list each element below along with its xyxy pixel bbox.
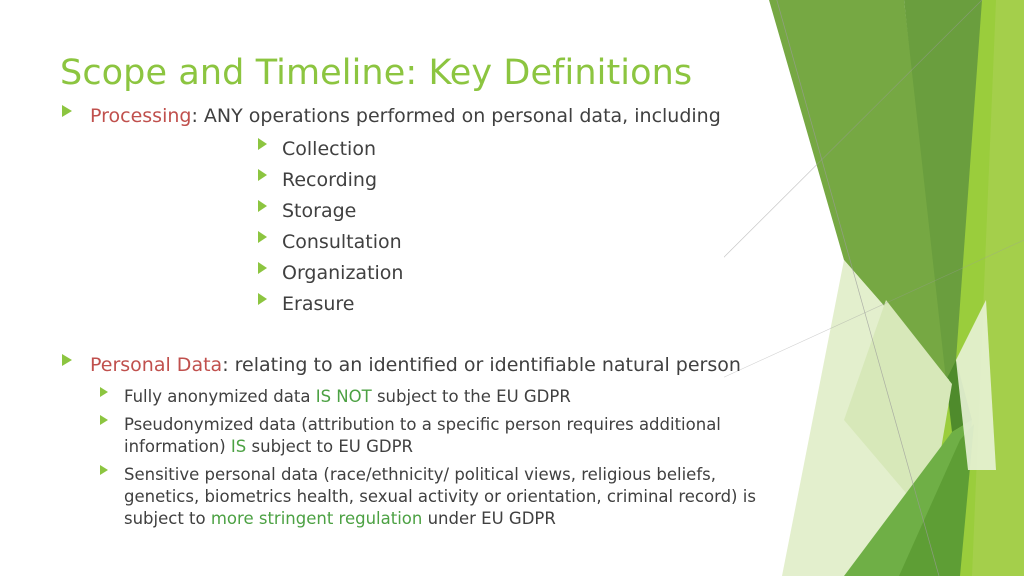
text-part-1: Fully anonymized data [124,387,316,406]
text-part-2: subject to EU GDPR [246,437,414,456]
triangle-bullet-icon [258,169,267,181]
definition-processing: : ANY operations performed on personal d… [191,105,721,127]
list-item: Recording [258,168,790,193]
list-item-label: Sensitive personal data (race/ethnicity/… [124,464,790,530]
list-item: Fully anonymized data IS NOT subject to … [100,386,790,408]
decor-shape-green-wedge-right [904,0,982,380]
decor-hairline-1 [776,0,940,576]
definition-personal-data: : relating to an identified or identifia… [222,354,741,376]
list-item: Pseudonymized data (attribution to a spe… [100,414,790,458]
triangle-bullet-icon [258,231,267,243]
triangle-bullet-icon [258,262,267,274]
list-item: Sensitive personal data (race/ethnicity/… [100,464,790,530]
text-highlight: IS [230,437,247,456]
list-item-label: Organization [282,262,404,284]
triangle-bullet-icon [258,200,267,212]
list-item-label: Recording [282,169,378,191]
decor-shape-dark-sliver [946,360,972,432]
bullet-processing: Processing: ANY operations performed on … [62,104,790,129]
list-item-label: Storage [282,200,357,222]
list-item-label: Fully anonymized data IS NOT subject to … [124,386,571,408]
list-item-label: Consultation [282,231,402,253]
list-item-label: Collection [282,138,376,160]
triangle-bullet-icon [62,105,72,117]
triangle-bullet-icon [62,354,72,366]
text-part-2: under EU GDPR [422,509,556,528]
bullet-personal-data: Personal Data: relating to an identified… [62,353,790,378]
bullet-processing-text: Processing: ANY operations performed on … [90,104,721,129]
triangle-bullet-icon [100,387,108,397]
decor-shape-pale-leaf-2 [844,300,952,520]
list-item: Collection [258,137,790,162]
list-item-label: Erasure [282,293,355,315]
term-personal-data: Personal Data [90,354,223,376]
triangle-bullet-icon [258,293,267,305]
list-item: Storage [258,199,790,224]
text-highlight: IS NOT [315,387,372,406]
decor-shape-lime-base [929,0,1024,576]
decor-shape-lower-leaf [844,420,972,576]
page-title: Scope and Timeline: Key Definitions [60,53,693,93]
slide-body: Processing: ANY operations performed on … [0,104,790,536]
term-processing: Processing [90,105,192,127]
text-part-2: subject to the EU GDPR [371,387,571,406]
list-item: Organization [258,261,790,286]
decor-shape-pale-overlay [956,300,996,470]
triangle-bullet-icon [258,138,267,150]
decor-shape-lower-leaf-dark [899,424,974,576]
text-part-1: Pseudonymized data (attribution to a spe… [124,415,721,456]
decor-shape-green-wedge-left [769,0,949,380]
decor-shape-lime-light [972,0,1024,576]
list-item-label: Pseudonymized data (attribution to a spe… [124,414,790,458]
list-item: Erasure [258,292,790,317]
decor-shape-pale-leaf [782,260,949,576]
bullet-personal-data-text: Personal Data: relating to an identified… [90,353,741,378]
slide: Scope and Timeline: Key Definitions Proc… [0,0,1024,576]
text-highlight: more stringent regulation [210,509,423,528]
triangle-bullet-icon [100,415,108,425]
triangle-bullet-icon [100,465,108,475]
list-item: Consultation [258,230,790,255]
